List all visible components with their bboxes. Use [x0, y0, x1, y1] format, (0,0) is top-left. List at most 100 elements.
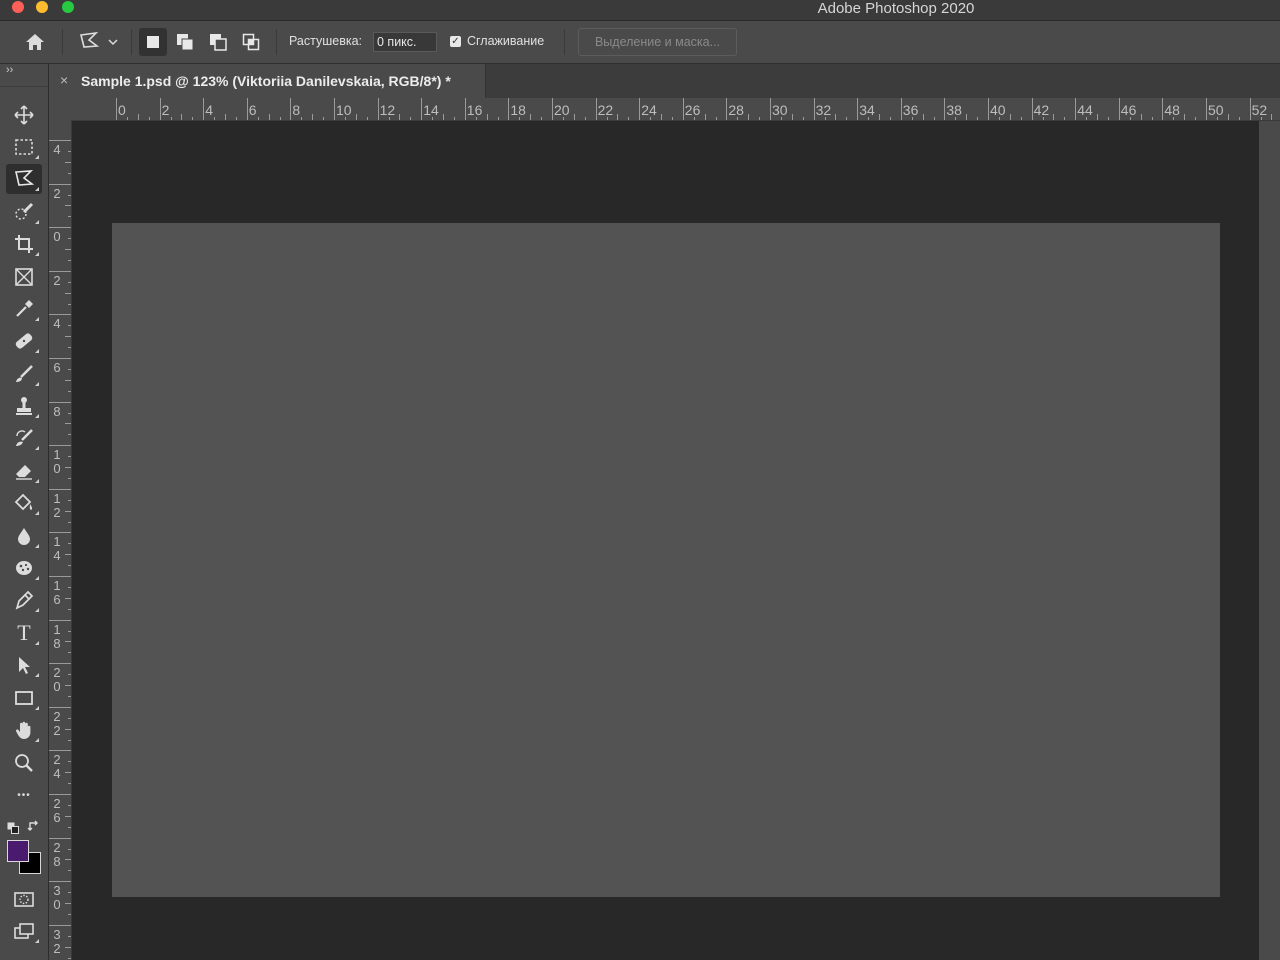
sponge-icon	[16, 561, 32, 575]
ruler-label: 26	[53, 796, 61, 825]
swap-colors-button[interactable]	[27, 819, 41, 833]
default-colors-button[interactable]	[7, 821, 19, 834]
ruler-origin[interactable]	[49, 98, 72, 120]
ruler-minor-tick	[137, 114, 139, 120]
tool-preset-picker[interactable]	[72, 27, 124, 57]
move-tool[interactable]	[6, 100, 42, 130]
ruler-minor-tick	[68, 194, 71, 196]
pen-tool[interactable]	[6, 585, 42, 615]
antialias-checkbox[interactable]: ✓	[450, 36, 461, 47]
hand-icon	[15, 721, 31, 739]
crop-tool[interactable]	[6, 229, 42, 259]
ruler-minor-tick	[68, 608, 71, 610]
ruler-minor-tick	[541, 117, 543, 120]
subtract-from-selection-button[interactable]	[204, 28, 232, 56]
ruler-major-tick	[682, 98, 684, 120]
zoom-tool[interactable]	[6, 748, 42, 778]
ruler-major-tick	[1031, 98, 1033, 120]
type-tool[interactable]: T	[6, 618, 42, 648]
ruler-minor-tick	[966, 114, 968, 120]
ruler-minor-tick	[1271, 114, 1273, 120]
vertical-ruler[interactable]: 4202468101214161820222426283032	[49, 120, 72, 960]
ruler-minor-tick	[68, 826, 71, 828]
ruler-minor-tick	[65, 161, 71, 163]
path-selection-tool[interactable]	[6, 650, 42, 680]
horizontal-ruler[interactable]: 0 2 4 6 8 10 12 14 16 18 20 22 24 26 28 30 32 34 36 38 40 42 4…	[72, 98, 1280, 121]
ruler-minor-tick	[65, 423, 71, 425]
ruler-major-tick	[421, 98, 423, 120]
healing-brush-tool[interactable]	[6, 326, 42, 356]
feather-input[interactable]	[373, 32, 437, 52]
rectangular-marquee-tool[interactable]	[6, 132, 42, 162]
close-tab-icon[interactable]: ×	[60, 72, 68, 88]
tools-panel: ›› T •••	[0, 64, 49, 960]
document-tab-strip: × Sample 1.psd @ 123% (Viktoriia Danilev…	[49, 64, 1280, 98]
ruler-minor-tick	[1107, 117, 1109, 120]
ruler-minor-tick	[388, 117, 390, 120]
ruler-major-tick	[1249, 98, 1251, 120]
ruler-major-tick	[49, 576, 71, 577]
ruler-minor-tick	[65, 859, 71, 861]
pen-icon	[15, 590, 34, 610]
quick-mask-button[interactable]	[6, 884, 42, 914]
quick-selection-tool[interactable]	[6, 197, 42, 227]
ruler-minor-tick	[998, 117, 1000, 120]
frame-tool[interactable]	[6, 262, 42, 292]
ruler-label: 6	[53, 360, 61, 375]
ruler-major-tick	[49, 140, 71, 141]
ruler-minor-tick	[68, 281, 71, 283]
collapse-panel-button[interactable]: ››	[6, 64, 13, 76]
ruler-minor-tick	[650, 117, 652, 120]
rectangle-tool[interactable]	[6, 683, 42, 713]
hand-tool[interactable]	[6, 715, 42, 745]
clone-stamp-tool[interactable]	[6, 391, 42, 421]
blur-tool[interactable]	[6, 521, 42, 551]
sponge-tool[interactable]	[6, 553, 42, 583]
ruler-minor-tick	[181, 114, 183, 120]
ruler-minor-tick	[933, 117, 935, 120]
history-brush-tool[interactable]	[6, 423, 42, 453]
ruler-major-tick	[49, 619, 71, 621]
document-tab-title: Sample 1.psd @ 123% (Viktoriia Danilevsk…	[81, 73, 451, 89]
intersect-selection-icon	[242, 33, 260, 51]
add-to-selection-button[interactable]	[171, 28, 199, 56]
ruler-major-tick	[290, 98, 292, 120]
eraser-tool[interactable]	[6, 456, 42, 486]
screen-mode-button[interactable]	[6, 916, 42, 946]
ruler-label: 24	[641, 102, 657, 118]
more-tools[interactable]: •••	[6, 780, 42, 810]
ruler-major-tick	[508, 98, 510, 120]
ruler-major-tick	[49, 401, 71, 403]
new-selection-button[interactable]	[139, 28, 167, 56]
document-canvas[interactable]	[112, 223, 1220, 897]
ruler-minor-tick	[344, 117, 346, 120]
panel-grip[interactable]	[0, 78, 48, 87]
ruler-label: 22	[597, 102, 614, 118]
ruler-minor-tick	[65, 597, 71, 599]
ruler-minor-tick	[432, 117, 434, 120]
lasso-tool[interactable]	[6, 164, 42, 194]
ruler-major-tick	[1206, 98, 1207, 120]
ruler-minor-tick	[628, 117, 630, 120]
home-button[interactable]	[20, 27, 50, 57]
paint-bucket-tool[interactable]	[6, 488, 42, 518]
bandage-icon	[15, 333, 33, 349]
ruler-minor-tick	[497, 117, 499, 120]
intersect-selection-button[interactable]	[237, 28, 265, 56]
ruler-label: 52	[1251, 102, 1268, 118]
eyedropper-tool[interactable]	[6, 294, 42, 324]
brush-tool[interactable]	[6, 359, 42, 389]
document-tab[interactable]: × Sample 1.psd @ 123% (Viktoriia Danilev…	[49, 64, 486, 98]
ruler-major-tick	[49, 488, 71, 490]
ruler-major-tick	[988, 98, 989, 120]
ruler-minor-tick	[68, 717, 71, 719]
ruler-label: 34	[859, 102, 875, 118]
ruler-minor-tick	[68, 804, 71, 806]
foreground-color-swatch[interactable]	[7, 840, 29, 862]
ruler-minor-tick	[68, 783, 71, 785]
arrow-icon	[19, 657, 30, 674]
ruler-major-tick	[49, 445, 71, 447]
ruler-minor-tick	[68, 499, 71, 501]
ruler-label: 26	[684, 102, 701, 118]
select-and-mask-button[interactable]: Выделение и маска...	[578, 28, 737, 56]
